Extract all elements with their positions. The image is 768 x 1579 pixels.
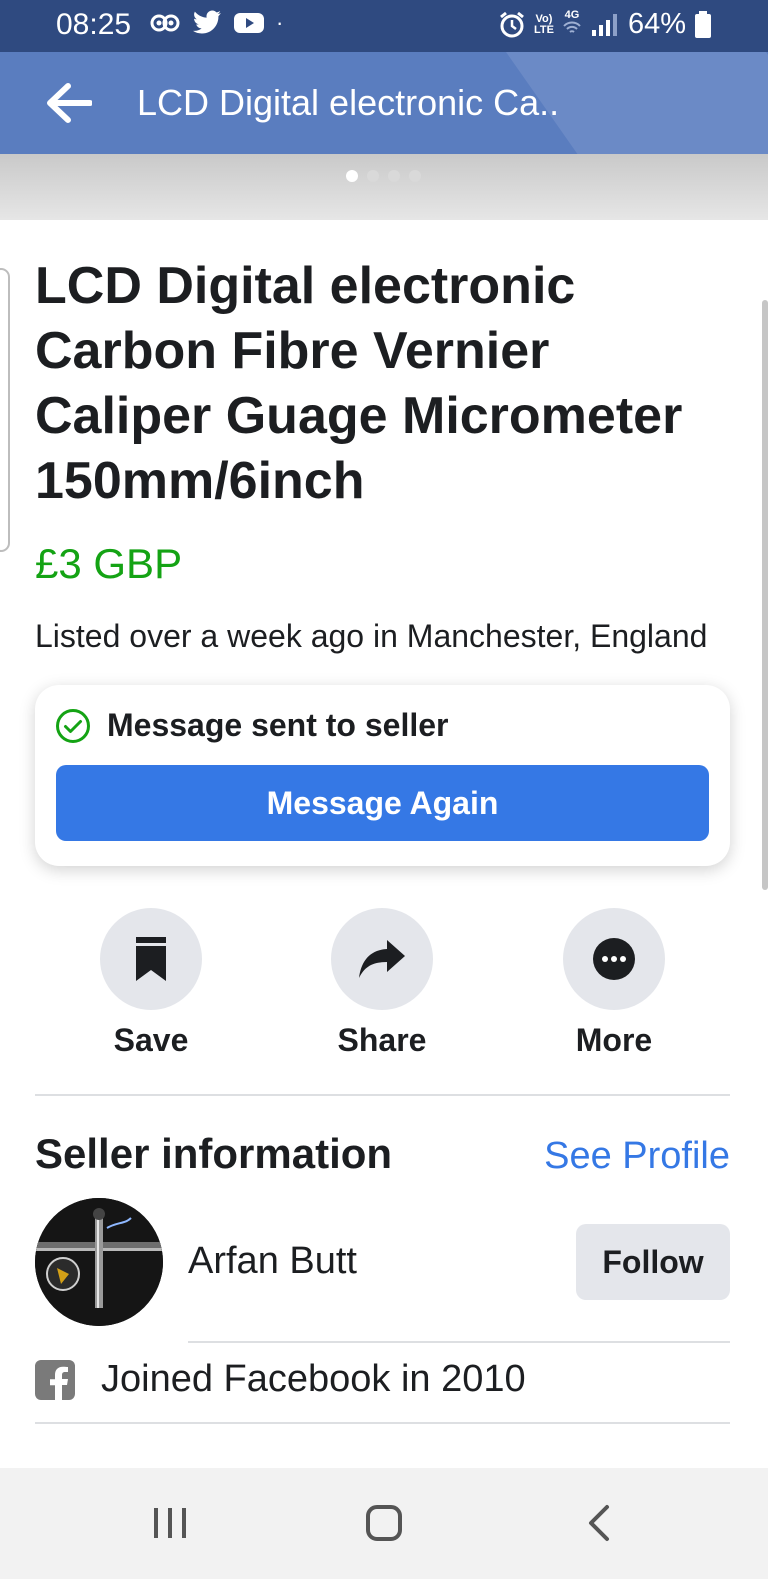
seller-heading: Seller information [35,1130,393,1177]
message-status-text: Message sent to seller [107,707,449,743]
system-icons: Vo) LTE 4G 64% [498,8,712,41]
owl-icon [150,14,180,32]
recent-apps-icon [154,1508,186,1538]
divider [35,1422,730,1424]
image-carousel[interactable] [0,154,768,220]
alarm-icon [500,11,524,37]
battery-percent: 64% [627,8,686,40]
save-action[interactable]: Save [71,908,231,1059]
status-bar: 08:25 · Vo) LTE 4G 64% [0,0,768,52]
share-button[interactable] [331,908,433,1010]
carousel-dot[interactable] [388,170,400,182]
notification-icons: · [150,10,283,36]
check-circle-icon [56,708,90,743]
divider [188,1341,730,1343]
facebook-icon [35,1359,75,1400]
youtube-icon [234,13,264,33]
4g-indicator: 4G [562,9,582,40]
app-header: LCD Digital electronic Ca.. [0,52,768,154]
home-icon [366,1505,402,1541]
carousel-dot[interactable] [367,170,379,182]
avatar-image [35,1198,163,1326]
header-title: LCD Digital electronic Ca.. [137,82,560,123]
seller-name[interactable]: Arfan Butt [188,1240,357,1283]
save-button[interactable] [100,908,202,1010]
back-arrow-icon[interactable] [44,82,92,124]
listing-title: LCD Digital electronic Carbon Fibre Vern… [35,257,683,510]
action-row: Save Share More [0,908,768,1068]
carousel-pagination [346,170,421,182]
recent-apps-button[interactable] [140,1498,200,1548]
message-card: Message sent to seller Message Again [35,685,730,866]
system-back-button[interactable] [568,1498,628,1548]
twitter-icon [193,10,221,34]
more-action[interactable]: More [534,908,694,1059]
more-label: More [575,1022,653,1058]
dot-icon: · [276,10,284,35]
joined-facebook-row: Joined Facebook in 2010 [35,1358,526,1401]
side-panel-handle[interactable] [0,268,10,552]
more-button[interactable] [563,908,665,1010]
scrollbar[interactable] [762,300,768,890]
save-label: Save [113,1022,189,1058]
message-again-button[interactable]: Message Again [56,765,709,841]
carousel-dot[interactable] [409,170,421,182]
listing-price: £3 GBP [35,540,183,587]
home-button[interactable] [354,1498,414,1548]
divider [35,1094,730,1096]
bookmark-icon [136,937,166,981]
share-label: Share [337,1022,427,1058]
see-profile-link[interactable]: See Profile [544,1135,730,1178]
signal-icon [591,13,617,36]
carousel-dot[interactable] [346,170,358,182]
volte-indicator: Vo) LTE [533,12,554,36]
back-chevron-icon [589,1505,609,1541]
listing-meta: Listed over a week ago in Manchester, En… [35,618,708,654]
battery-icon [695,10,711,38]
follow-button[interactable]: Follow [576,1224,730,1300]
share-arrow-icon [359,940,405,978]
joined-facebook-text: Joined Facebook in 2010 [101,1358,526,1400]
message-status: Message sent to seller [55,707,448,744]
more-dots-icon [593,938,635,980]
share-action[interactable]: Share [302,908,462,1059]
seller-avatar[interactable] [35,1198,163,1326]
status-time: 08:25 [56,8,132,41]
system-nav-bar [0,1468,768,1579]
wifi-icon [563,21,581,33]
